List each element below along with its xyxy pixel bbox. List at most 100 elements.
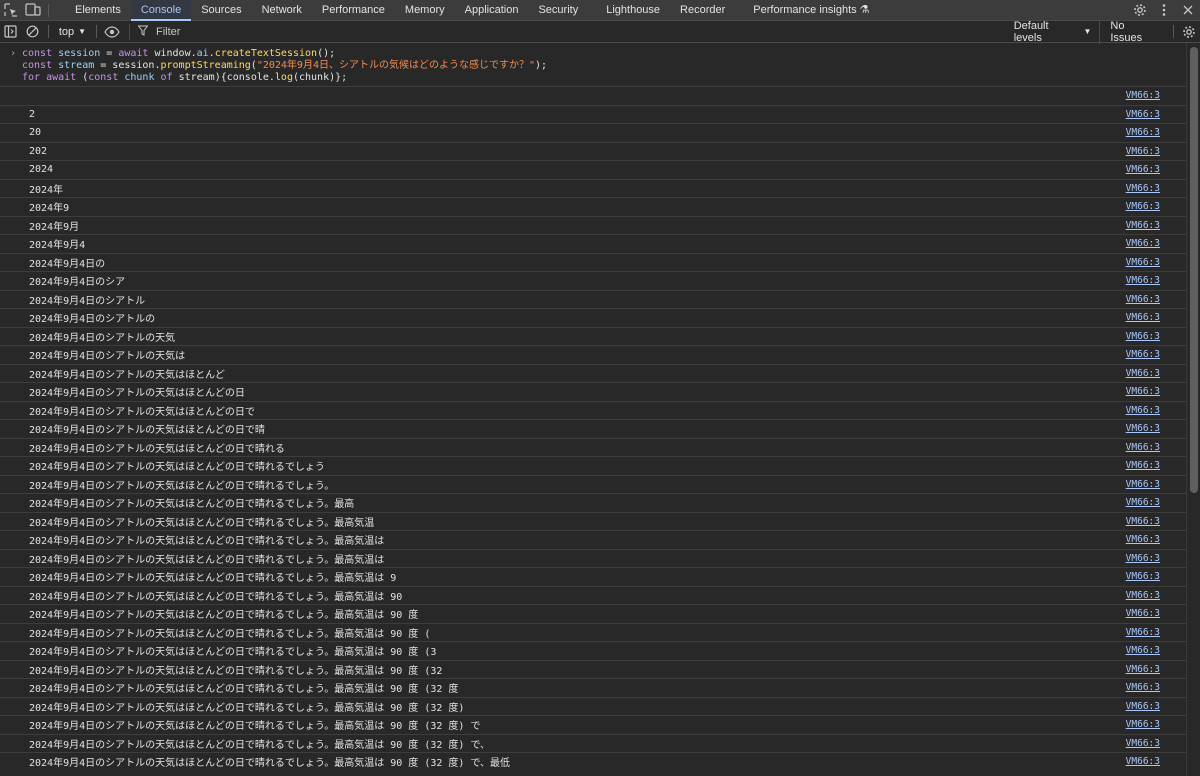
source-link[interactable]: VM66:3 (1126, 164, 1160, 175)
filter-input[interactable] (153, 24, 958, 39)
log-message-row: 2024年9月4日のシアトルの天気はほとんどの日で晴れるでしょう VM66:3 (0, 456, 1186, 475)
log-message-text: 2024年9月4日のシアトルの天気はほとんどの日で晴 (29, 425, 265, 437)
source-link[interactable]: VM66:3 (1126, 682, 1160, 693)
source-link[interactable]: VM66:3 (1126, 405, 1160, 416)
clear-console-icon[interactable] (22, 21, 44, 42)
tab-console[interactable]: Console (130, 0, 192, 21)
toolbar-separator (96, 25, 98, 38)
inspect-element-icon[interactable] (0, 0, 22, 21)
log-message-text: 2024年9月4 (29, 240, 86, 252)
tab-memory[interactable]: Memory (395, 0, 455, 21)
source-link[interactable]: VM66:3 (1126, 238, 1160, 249)
source-link[interactable]: VM66:3 (1126, 220, 1160, 231)
source-link[interactable]: VM66:3 (1126, 109, 1160, 120)
filter-icon (137, 25, 149, 39)
log-message-row: 2024年9月4日のシアトルの天気はほとんどの日で晴れるでしょう。最高気温は 9… (0, 678, 1186, 697)
source-link[interactable]: VM66:3 (1126, 664, 1160, 675)
source-link[interactable]: VM66:3 (1126, 257, 1160, 268)
issues-counter[interactable]: No Issues (1099, 19, 1169, 44)
source-link[interactable]: VM66:3 (1126, 645, 1160, 656)
log-message-row: 202 VM66:3 (0, 141, 1186, 161)
log-message-row: 2024年9月4日のシアトルの天気は VM66:3 (0, 345, 1186, 364)
source-link[interactable]: VM66:3 (1126, 442, 1160, 453)
tab-performance-insights-label: Performance insights (753, 3, 857, 16)
source-link[interactable]: VM66:3 (1126, 294, 1160, 305)
console-settings-icon[interactable] (1178, 21, 1200, 42)
source-link[interactable]: VM66:3 (1126, 368, 1160, 379)
live-expression-icon[interactable] (101, 21, 123, 42)
log-message-text: 2024年 (29, 184, 64, 196)
source-link[interactable]: VM66:3 (1126, 553, 1160, 564)
tab-elements[interactable]: Elements (65, 0, 131, 21)
source-link[interactable]: VM66:3 (1126, 460, 1160, 471)
source-link[interactable]: VM66:3 (1126, 571, 1160, 582)
log-message-row: 2024年9月4日のシアトル VM66:3 (0, 289, 1186, 309)
source-link[interactable]: VM66:3 (1126, 479, 1160, 490)
log-message-row: 2024年9月4日のシアトルの VM66:3 (0, 308, 1186, 327)
log-message-row: 2024年9月4日のシアトルの天気はほとんどの日で VM66:3 (0, 400, 1186, 420)
tab-network[interactable]: Network (252, 0, 312, 21)
log-message-row: 2024年9月4日のシアトルの天気はほとんどの日で晴れるでしょう。最高気温は 9… (0, 696, 1186, 716)
source-link[interactable]: VM66:3 (1126, 275, 1160, 286)
log-levels-dropdown[interactable]: Default levels ▼ (1006, 20, 1100, 44)
source-link[interactable]: VM66:3 (1126, 146, 1160, 157)
source-link[interactable]: VM66:3 (1126, 590, 1160, 601)
close-icon[interactable] (1176, 0, 1200, 21)
source-link[interactable]: VM66:3 (1126, 201, 1160, 212)
log-message-text: 2024年9月4日のシアトルの天気はほとんどの日で晴れるでしょう。最高気温は 9… (29, 702, 465, 714)
source-link[interactable]: VM66:3 (1126, 312, 1160, 323)
source-link[interactable]: VM66:3 (1126, 183, 1160, 194)
source-link[interactable]: VM66:3 (1126, 719, 1160, 730)
source-link[interactable]: VM66:3 (1126, 423, 1160, 434)
log-message-text: 2024年9月4日のシアトルの天気はほとんどの日で晴れるでしょう。最高気温は 9… (29, 610, 419, 622)
tab-application[interactable]: Application (455, 0, 529, 21)
source-link[interactable]: VM66:3 (1126, 534, 1160, 545)
log-message-row: 2024年9月4日の VM66:3 (0, 252, 1186, 272)
tab-lighthouse[interactable]: Lighthouse (596, 0, 670, 21)
log-message-text: 2024年9月4日のシアトルの (29, 314, 156, 326)
log-message-text: 2024年9月4日のシアトルの天気はほとんどの日で晴れる (29, 443, 285, 455)
log-message-text: 2024年9月4日のシアトルの天気 (29, 332, 176, 344)
scrollbar-thumb[interactable] (1190, 47, 1198, 493)
tab-performance[interactable]: Performance (312, 0, 395, 21)
context-selector[interactable]: top ▼ (53, 26, 92, 38)
source-link[interactable]: VM66:3 (1126, 127, 1160, 138)
log-messages: VM66:3 2 VM66:3 20 VM66:3 202 VM66:3 2024 VM66:3… (0, 86, 1186, 771)
tab-sources[interactable]: Sources (191, 0, 251, 21)
log-message-text: 2024 (29, 164, 54, 176)
tab-performance-insights[interactable]: Performance insights ⚗ (743, 0, 879, 21)
log-message-row: 2024年9月4日のシア VM66:3 (0, 271, 1186, 290)
source-link[interactable]: VM66:3 (1126, 386, 1160, 397)
log-message-text: 2024年9月4日のシアトルの天気はほとんどの日で (29, 406, 255, 418)
source-link[interactable]: VM66:3 (1126, 627, 1160, 638)
console-scrollbar[interactable] (1186, 43, 1200, 776)
source-link[interactable]: VM66:3 (1126, 608, 1160, 619)
source-link[interactable]: VM66:3 (1126, 349, 1160, 360)
source-link[interactable]: VM66:3 (1126, 90, 1160, 101)
tab-recorder[interactable]: Recorder (670, 0, 735, 21)
log-message-row: 2024年9月4日のシアトルの天気はほとんどの日で晴れるでしょう。最高気温は 9… (0, 715, 1186, 734)
source-link[interactable]: VM66:3 (1126, 497, 1160, 508)
log-message-text: 2024年9月4日のシアトルの天気はほとんどの日で晴れるでしょう。最高気温は 9… (29, 758, 511, 770)
code-line: for await (const chunk of stream){consol… (22, 72, 348, 83)
log-message-text: 2024年9月4日のシアトルの天気はほとんど (29, 369, 225, 381)
log-message-row: VM66:3 (0, 86, 1186, 105)
log-message-row: 2024年9月4日のシアトルの天気はほとんどの日で晴れるでしょう。最高気温は 9… (0, 567, 1186, 586)
source-link[interactable]: VM66:3 (1126, 516, 1160, 527)
log-message-text: 20 (29, 127, 42, 139)
tab-security[interactable]: Security (528, 0, 588, 21)
source-link[interactable]: VM66:3 (1126, 701, 1160, 712)
source-link[interactable]: VM66:3 (1126, 738, 1160, 749)
log-message-text: 2024年9月4日の (29, 258, 106, 270)
more-options-icon[interactable] (1152, 0, 1176, 21)
log-message-row: 2024年9月4日のシアトルの天気はほとんどの日で晴 VM66:3 (0, 419, 1186, 438)
log-message-row: 2024年9月4日のシアトルの天気はほとんどの日で晴れるでしょう。最高気温は 9… (0, 733, 1186, 753)
sidebar-toggle-icon[interactable] (0, 21, 22, 42)
source-link[interactable]: VM66:3 (1126, 756, 1160, 767)
settings-gear-icon[interactable] (1128, 0, 1152, 21)
code-line: const stream = session.promptStreaming("… (22, 60, 548, 71)
source-link[interactable]: VM66:3 (1126, 331, 1160, 342)
device-toolbar-icon[interactable] (22, 0, 44, 21)
log-message-row: 2024年9月4日のシアトルの天気はほとんど VM66:3 (0, 363, 1186, 383)
log-message-text: 2024年9月4日のシアトルの天気はほとんどの日で晴れるでしょう。最高気温は 9… (29, 665, 443, 677)
